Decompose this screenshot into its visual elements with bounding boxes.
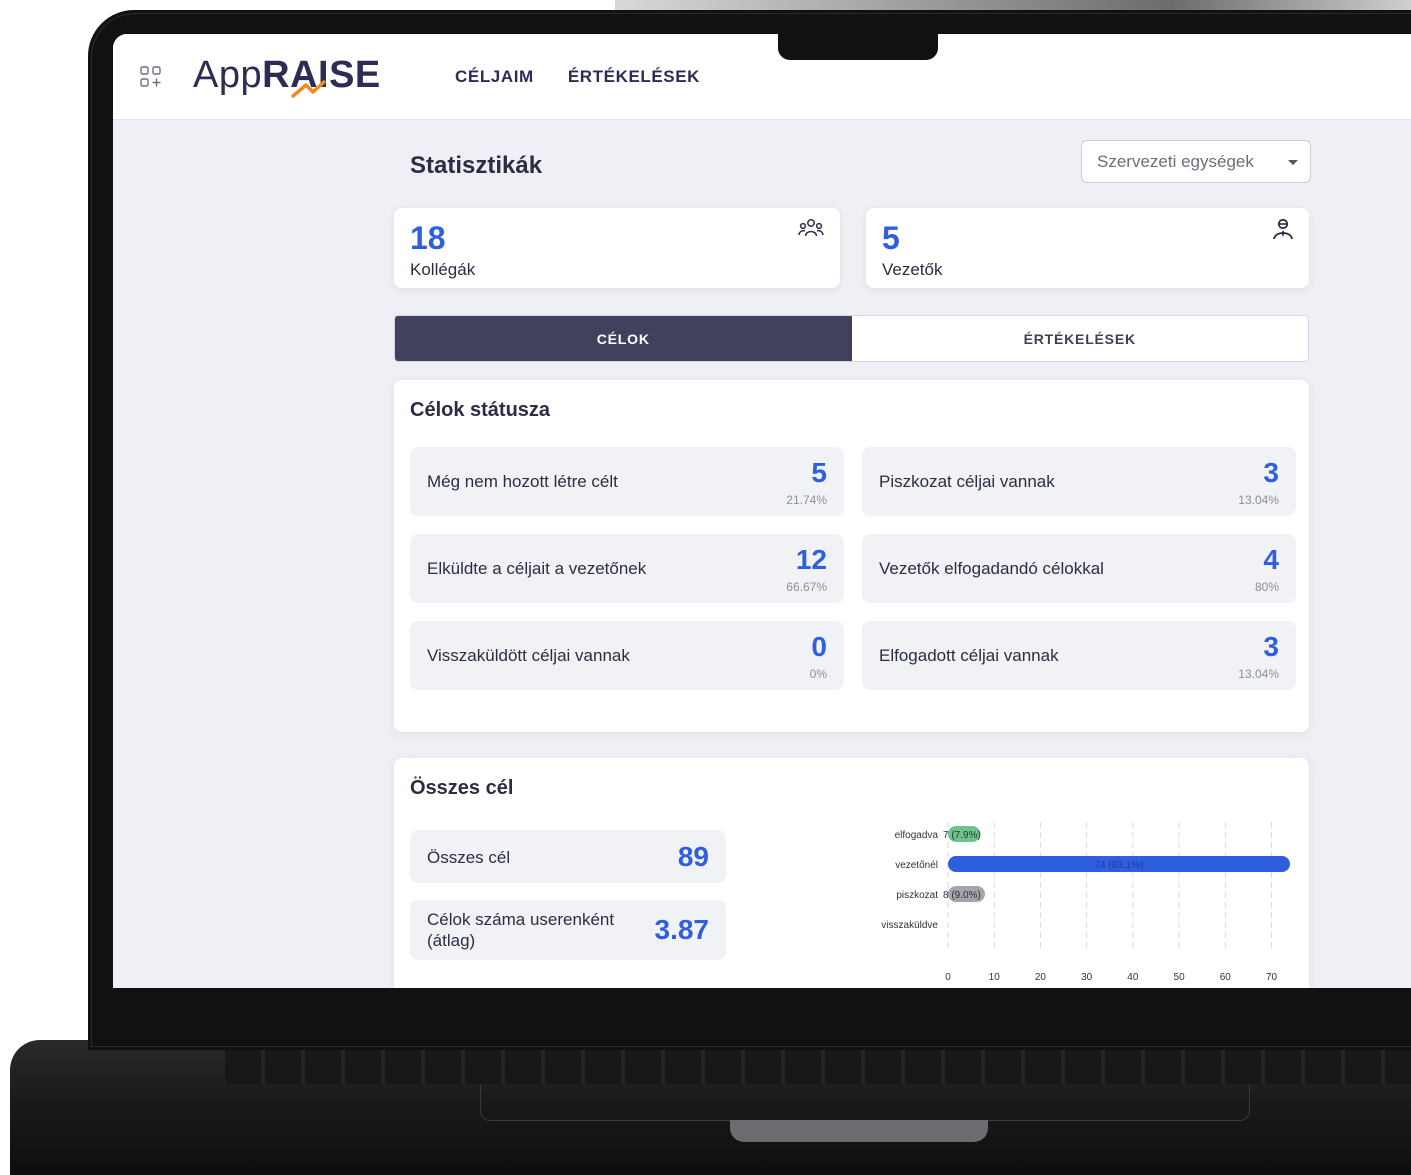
- status-card-percent: 80%: [1254, 580, 1279, 594]
- status-card-value: 5: [811, 457, 827, 488]
- tab-ertekelesek[interactable]: ÉRTÉKELÉSEK: [852, 316, 1309, 361]
- leaders-label: Vezetők: [882, 260, 943, 279]
- chevron-down-icon: [1288, 160, 1298, 165]
- nav-item-ertekelesek[interactable]: ÉRTÉKELÉSEK: [568, 67, 700, 87]
- app-logo[interactable]: AppRAISE: [193, 54, 381, 97]
- chart-category-label: vezetőnél: [895, 860, 938, 871]
- apps-grid-icon[interactable]: [139, 65, 163, 89]
- all-goals-panel: Összes cél Összes cél 89 Célok száma use…: [394, 758, 1309, 988]
- top-navigation-bar: AppRAISE CÉLJAIM ÉRTÉKELÉSEK: [113, 34, 1411, 120]
- status-card-label: Elfogadott céljai vannak: [879, 646, 1059, 665]
- tab-celok[interactable]: CÉLOK: [395, 316, 852, 361]
- leaders-stat-card: 5 Vezetők: [866, 208, 1309, 288]
- status-card-label: Piszkozat céljai vannak: [879, 472, 1055, 491]
- chart-data-label: 8 (9.0%): [943, 890, 981, 901]
- main-nav: CÉLJAIM ÉRTÉKELÉSEK: [455, 67, 700, 87]
- org-unit-select-placeholder: Szervezeti egységek: [1097, 152, 1254, 171]
- chart-x-tick-label: 40: [1127, 972, 1139, 983]
- status-card-value: 3: [1263, 631, 1279, 662]
- stats-tabs: CÉLOK ÉRTÉKELÉSEK: [394, 315, 1309, 362]
- status-card-percent: 0%: [809, 667, 827, 681]
- leaders-count: 5: [882, 220, 900, 256]
- chart-x-tick-label: 30: [1081, 972, 1093, 983]
- chart-data-label: 7 (7.9%): [943, 830, 981, 841]
- status-card-value: 4: [1263, 544, 1279, 575]
- chart-category-label: piszkozat: [896, 890, 938, 901]
- status-card-label: Visszaküldött céljai vannak: [427, 646, 630, 665]
- status-card-value: 3: [1263, 457, 1279, 488]
- laptop-trackpad-edge: [480, 1085, 1250, 1121]
- status-card-percent: 13.04%: [1238, 493, 1279, 507]
- total-goals-card: Összes cél 89: [410, 830, 726, 883]
- laptop-keyboard: [225, 1046, 1411, 1084]
- status-card-sent-to-manager[interactable]: Elküldte a céljait a vezetőnek 12 66.67%: [410, 534, 844, 603]
- goals-bar-chart-svg: 0 10 20 30 40 50 60 70 elfogadva 7 (7.9%) vezetőné…: [881, 822, 1290, 983]
- status-card-value: 12: [795, 544, 827, 575]
- status-card-value: 0: [811, 631, 827, 662]
- avg-goals-value: 3.87: [654, 914, 710, 945]
- chart-x-tick-label: 10: [989, 972, 1001, 983]
- status-card-accepted[interactable]: Elfogadott céljai vannak 3 13.04%: [862, 621, 1296, 690]
- total-goals-value: 89: [677, 841, 709, 872]
- chart-category-label: visszaküldve: [881, 920, 938, 931]
- user-tie-icon: [1273, 218, 1293, 240]
- status-card-percent: 21.74%: [786, 493, 827, 507]
- app-screen: AppRAISE CÉLJAIM ÉRTÉKELÉSEK Statisztiká…: [113, 34, 1411, 988]
- status-card-draft[interactable]: Piszkozat céljai vannak 3 13.04%: [862, 447, 1296, 516]
- chart-x-tick-label: 70: [1266, 972, 1278, 983]
- chart-x-tick-label: 20: [1035, 972, 1047, 983]
- status-card-label: Még nem hozott létre célt: [427, 472, 618, 491]
- goals-bar-chart: 0 10 20 30 40 50 60 70 elfogadva 7 (7.9%) vezetőné…: [864, 822, 1304, 988]
- status-card-managers-pending[interactable]: Vezetők elfogadandó célokkal 4 80%: [862, 534, 1296, 603]
- total-goals-label: Összes cél: [427, 848, 511, 867]
- org-unit-select[interactable]: Szervezeti egységek: [1081, 140, 1311, 183]
- group-icon: [798, 219, 824, 237]
- chart-category-label: elfogadva: [895, 830, 939, 841]
- logo-text-app: App: [193, 54, 263, 96]
- status-card-returned[interactable]: Visszaküldött céljai vannak 0 0%: [410, 621, 844, 690]
- chart-data-label: 74 (83.1%): [1095, 860, 1144, 871]
- status-card-percent: 13.04%: [1238, 667, 1279, 681]
- goal-status-title: Célok státusza: [410, 399, 551, 421]
- status-card-label: Vezetők elfogadandó célokkal: [879, 559, 1104, 578]
- camera-notch: [778, 30, 938, 60]
- avg-goals-card: Célok száma userenként (átlag) 3.87: [410, 900, 726, 960]
- goal-status-panel: Célok státusza Még nem hozott létre célt…: [394, 380, 1309, 732]
- all-goals-title: Összes cél: [410, 777, 514, 799]
- status-card-label: Elküldte a céljait a vezetőnek: [427, 559, 647, 578]
- status-card-no-goal[interactable]: Még nem hozott létre célt 5 21.74%: [410, 447, 844, 516]
- logo-swoosh-icon: [291, 80, 326, 98]
- chart-x-tick-label: 60: [1220, 972, 1232, 983]
- colleagues-stat-card: 18 Kollégák: [394, 208, 840, 288]
- colleagues-count: 18: [410, 220, 446, 256]
- laptop-front-lip: [730, 1120, 988, 1142]
- page-title: Statisztikák: [410, 152, 543, 179]
- avg-goals-label: Célok száma userenként (átlag): [427, 910, 615, 950]
- chart-x-tick-label: 50: [1174, 972, 1186, 983]
- colleagues-label: Kollégák: [410, 260, 476, 279]
- status-card-percent: 66.67%: [786, 580, 827, 594]
- nav-item-celjaim[interactable]: CÉLJAIM: [455, 67, 534, 87]
- chart-x-tick-label: 0: [945, 972, 951, 983]
